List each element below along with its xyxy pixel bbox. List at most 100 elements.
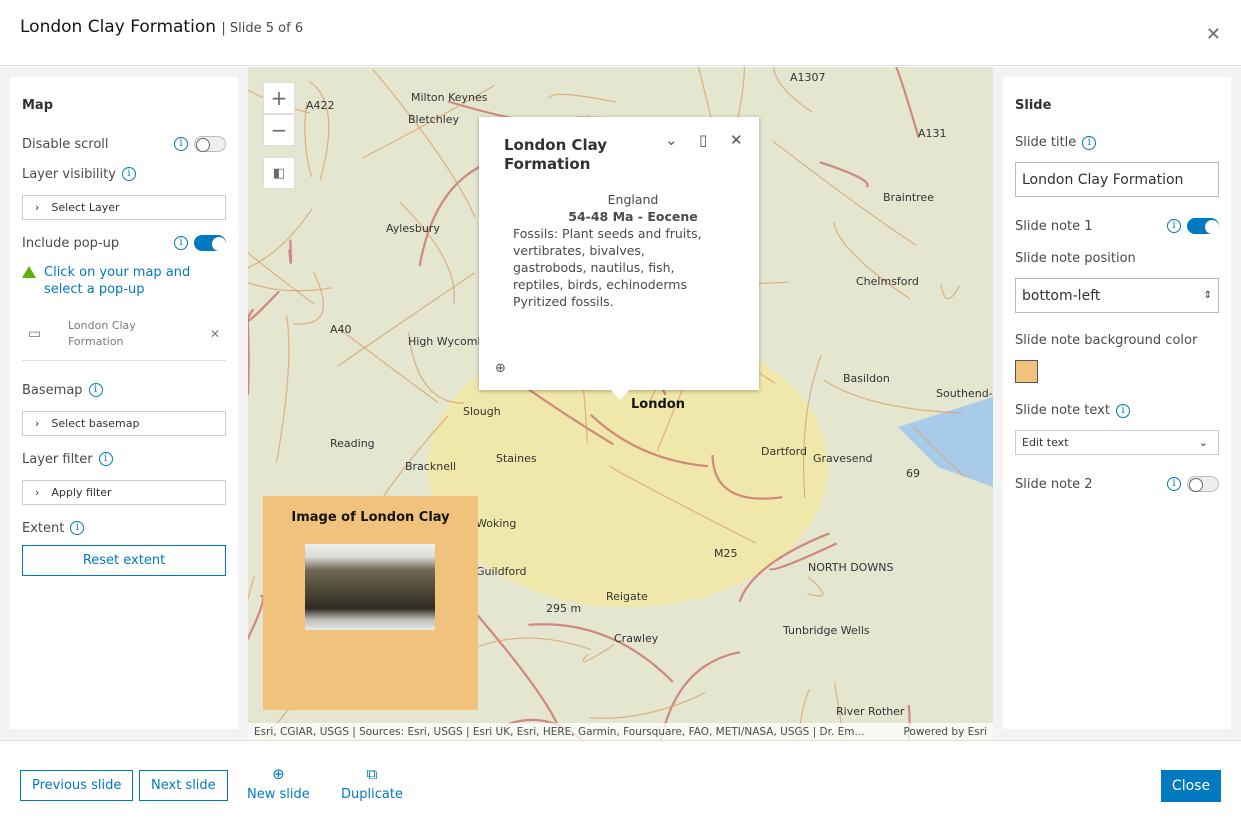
extent-label: Extent: [22, 520, 65, 536]
zoom-in-button[interactable]: +: [263, 82, 295, 114]
slide-note-text-label: Slide note text: [1015, 403, 1110, 418]
info-icon[interactable]: i: [1115, 403, 1130, 418]
dialog-header: London Clay Formation | Slide 5 of 6 ✕: [0, 0, 1241, 66]
london-clay-image: [305, 544, 435, 630]
select-basemap-button[interactable]: › Select basemap: [22, 411, 226, 436]
map-label: M25: [714, 547, 738, 560]
select-basemap-label: Select basemap: [51, 417, 140, 430]
dialog-title: London Clay Formation | Slide 5 of 6: [20, 17, 303, 37]
map-label: River Rother: [836, 705, 905, 718]
info-icon[interactable]: i: [1167, 477, 1181, 491]
info-icon[interactable]: i: [1082, 135, 1097, 150]
map-label: 295 m: [546, 602, 582, 615]
map-popup: London Clay Formation ⌄ ▯ ✕ England 54-4…: [479, 117, 759, 400]
panel-heading: Map: [22, 98, 54, 113]
position-value: bottom-left: [1022, 287, 1101, 304]
edit-text-label: Edit text: [1022, 436, 1069, 449]
slide-note-1-label: Slide note 1: [1015, 218, 1093, 234]
slide-note-bg-label: Slide note background color: [1015, 333, 1198, 348]
chevron-right-icon: ›: [35, 486, 40, 499]
slide-note-title: Image of London Clay: [291, 510, 450, 525]
map-label: Basildon: [843, 372, 890, 385]
map-label: Milton Keynes: [411, 91, 488, 104]
apply-filter-button[interactable]: › Apply filter: [22, 480, 226, 505]
chevron-down-icon: ⌄: [1198, 436, 1208, 449]
popup-pointer: [611, 390, 629, 400]
slide-note-position-select[interactable]: bottom-left ⇕: [1015, 278, 1219, 313]
include-popup-label: Include pop-up: [22, 235, 120, 251]
close-icon[interactable]: ✕: [1206, 24, 1221, 45]
map-view[interactable]: Milton Keynes Bletchley Aylesbury High Wyco…: [248, 67, 993, 740]
info-icon[interactable]: i: [174, 137, 188, 151]
slide-note-position-label: Slide note position: [1015, 251, 1136, 266]
map-label: Bracknell: [405, 460, 457, 473]
map-label: Chelmsford: [856, 275, 919, 288]
map-label: Bletchley: [408, 113, 460, 126]
popup-age: 54-48 Ma - Eocene: [568, 209, 698, 224]
story-title: London Clay Formation: [20, 17, 216, 37]
color-swatch[interactable]: [1015, 360, 1038, 383]
warning-link[interactable]: Click on your map and select a pop-up: [44, 264, 194, 298]
map-label: Reigate: [606, 590, 648, 603]
disable-scroll-label: Disable scroll: [22, 136, 109, 152]
map-label: Braintree: [883, 191, 934, 204]
info-icon[interactable]: i: [1167, 219, 1181, 233]
map-label: A40: [330, 323, 352, 336]
disable-scroll-toggle[interactable]: [194, 136, 226, 152]
map-label: A1307: [790, 71, 826, 84]
dock-icon[interactable]: ▯: [699, 131, 707, 149]
map-label: Gravesend: [813, 452, 873, 465]
new-slide-button[interactable]: ⊕ New slide: [247, 765, 310, 802]
layout-toggle-button[interactable]: ◧: [263, 157, 295, 189]
remove-icon[interactable]: ✕: [210, 326, 220, 342]
info-icon[interactable]: i: [70, 521, 85, 535]
slide-note-2-toggle[interactable]: [1187, 476, 1219, 492]
zoom-to-icon[interactable]: ⊕: [495, 361, 506, 376]
plus-circle-icon: ⊕: [272, 765, 285, 783]
info-icon[interactable]: i: [174, 236, 188, 250]
map-label: Aylesbury: [386, 222, 440, 235]
map-label: Dartford: [761, 445, 807, 458]
dialog-footer: Previous slide Next slide ⊕ New slide ⧉ Du…: [0, 740, 1241, 829]
duplicate-icon: ⧉: [366, 765, 378, 783]
map-label: NORTH DOWNS: [808, 561, 894, 574]
info-icon[interactable]: i: [121, 167, 136, 181]
popup-icon: ▭: [28, 326, 42, 342]
info-icon[interactable]: i: [98, 452, 113, 466]
slide-settings-panel: Slide Slide title i London Clay Formation…: [1003, 77, 1231, 729]
edit-text-dropdown[interactable]: Edit text ⌄: [1015, 430, 1219, 455]
layer-visibility-label: Layer visibility: [22, 166, 116, 182]
slide-note-1-toggle[interactable]: [1187, 218, 1219, 234]
apply-filter-label: Apply filter: [51, 486, 112, 499]
updown-icon: ⇕: [1203, 290, 1212, 301]
close-button[interactable]: Close: [1161, 770, 1221, 802]
map-label: Tunbridge Wells: [783, 624, 870, 637]
reset-extent-button[interactable]: Reset extent: [22, 545, 226, 576]
map-label: London: [631, 397, 685, 412]
previous-slide-button[interactable]: Previous slide: [20, 770, 134, 801]
duplicate-button[interactable]: ⧉ Duplicate: [341, 765, 403, 802]
zoom-out-button[interactable]: −: [263, 114, 295, 146]
map-label: Slough: [463, 405, 501, 418]
popup-fossils: Fossils: Plant seeds and fruits, vertibr…: [513, 226, 702, 292]
panel-heading: Slide: [1015, 98, 1052, 113]
slide-title-input[interactable]: London Clay Formation: [1015, 162, 1219, 197]
map-label: A422: [306, 99, 335, 112]
warning-icon: [22, 266, 36, 278]
powered-by[interactable]: Powered by Esri: [903, 726, 987, 738]
new-slide-label: New slide: [247, 787, 310, 802]
next-slide-button[interactable]: Next slide: [139, 770, 228, 801]
popup-close-icon[interactable]: ✕: [730, 131, 743, 149]
map-settings-panel: Map Disable scroll i Layer visibility i › S…: [10, 77, 238, 729]
popup-item-label: London Clay Formation: [68, 319, 136, 348]
chevron-right-icon: ›: [35, 201, 40, 214]
include-popup-toggle[interactable]: [194, 235, 226, 251]
layer-filter-label: Layer filter: [22, 451, 93, 467]
popup-region: England: [607, 192, 659, 207]
map-label: Southend-: [936, 387, 993, 400]
select-layer-button[interactable]: › Select Layer: [22, 195, 226, 220]
slide-title-label: Slide title: [1015, 135, 1077, 150]
info-icon[interactable]: i: [88, 383, 103, 397]
collapse-chevron-icon[interactable]: ⌄: [665, 131, 678, 149]
slide-note: Image of London Clay: [263, 496, 478, 710]
